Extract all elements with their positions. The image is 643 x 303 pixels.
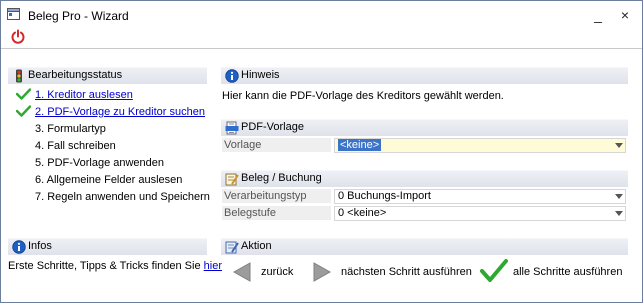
step-3-label: 3. Formulartyp xyxy=(35,123,106,135)
toolbar xyxy=(1,29,642,49)
power-icon[interactable] xyxy=(10,29,26,45)
aktion-section-header: Aktion xyxy=(221,238,628,255)
arrow-left-icon xyxy=(233,262,251,282)
next-step-button[interactable]: nächsten Schritt ausführen xyxy=(313,261,472,283)
chevron-down-icon[interactable] xyxy=(615,211,623,216)
beleg-section-header: Beleg / Buchung xyxy=(221,170,628,187)
vorlage-dropdown[interactable]: <keine> xyxy=(334,138,626,153)
beleg-title: Beleg / Buchung xyxy=(241,172,322,184)
pdf-section-header: PDF-Vorlage xyxy=(221,119,628,136)
verarbeitungstyp-value: 0 Buchungs-Import xyxy=(338,190,431,202)
step-7-label: 7. Regeln anwenden und Speichern xyxy=(35,191,210,203)
close-button[interactable]: × xyxy=(614,5,636,25)
verarbeitungstyp-dropdown[interactable]: 0 Buchungs-Import xyxy=(334,189,626,204)
belegstufe-dropdown[interactable]: 0 <keine> xyxy=(334,206,626,221)
back-label: zurück xyxy=(261,266,294,278)
next-step-label: nächsten Schritt ausführen xyxy=(341,266,472,278)
hint-title: Hinweis xyxy=(241,69,280,81)
info-icon xyxy=(12,240,26,254)
check-icon xyxy=(16,88,31,100)
check-icon xyxy=(480,259,508,282)
arrow-right-icon xyxy=(313,262,331,282)
infos-text-body: Erste Schritte, Tipps & Tricks finden Si… xyxy=(8,260,204,272)
check-icon xyxy=(16,105,31,117)
infos-text: Erste Schritte, Tipps & Tricks finden Si… xyxy=(8,260,222,272)
chevron-down-icon[interactable] xyxy=(615,194,623,199)
document-edit-icon xyxy=(225,241,239,254)
app-window-icon xyxy=(7,8,20,20)
infos-section-header: Infos xyxy=(8,238,207,255)
wizard-window: Beleg Pro - Wizard _ × Bearbeitungsstatu… xyxy=(0,0,643,303)
step-2-link[interactable]: 2. PDF-Vorlage zu Kreditor suchen xyxy=(35,106,205,118)
belegstufe-value: 0 <keine> xyxy=(338,207,387,219)
chevron-down-icon[interactable] xyxy=(615,143,623,148)
step-1-link[interactable]: 1. Kreditor auslesen xyxy=(35,89,133,101)
belegstufe-label: Belegstufe xyxy=(222,206,331,221)
aktion-title: Aktion xyxy=(241,240,272,252)
info-icon xyxy=(225,69,239,83)
step-6-label: 6. Allgemeine Felder auslesen xyxy=(35,174,183,186)
run-all-steps-label: alle Schritte ausführen xyxy=(513,266,623,278)
vorlage-value: <keine> xyxy=(338,139,382,151)
hint-text: Hier kann die PDF-Vorlage des Kreditors … xyxy=(222,90,504,102)
toolbar-separator xyxy=(1,48,642,49)
step-4-label: 4. Fall schreiben xyxy=(35,140,116,152)
vorlage-label: Vorlage xyxy=(222,138,331,153)
back-button[interactable]: zurück xyxy=(233,261,295,283)
status-title: Bearbeitungsstatus xyxy=(28,69,123,81)
window-title: Beleg Pro - Wizard xyxy=(28,9,129,23)
step-5-label: 5. PDF-Vorlage anwenden xyxy=(35,157,165,169)
run-all-steps-button[interactable]: alle Schritte ausführen xyxy=(480,259,623,283)
traffic-light-icon xyxy=(16,69,22,83)
hint-section-header: Hinweis xyxy=(221,67,628,84)
status-section-header: Bearbeitungsstatus xyxy=(8,67,207,84)
verarbeitungstyp-label: Verarbeitungstyp xyxy=(222,189,331,204)
minimize-button[interactable]: _ xyxy=(587,5,609,25)
pdf-title: PDF-Vorlage xyxy=(241,121,304,133)
infos-title: Infos xyxy=(28,240,52,252)
infos-help-link[interactable]: hier xyxy=(204,260,222,272)
document-pencil-icon xyxy=(225,173,239,186)
pdf-document-icon xyxy=(225,121,239,135)
title-bar: Beleg Pro - Wizard _ × xyxy=(1,1,642,29)
